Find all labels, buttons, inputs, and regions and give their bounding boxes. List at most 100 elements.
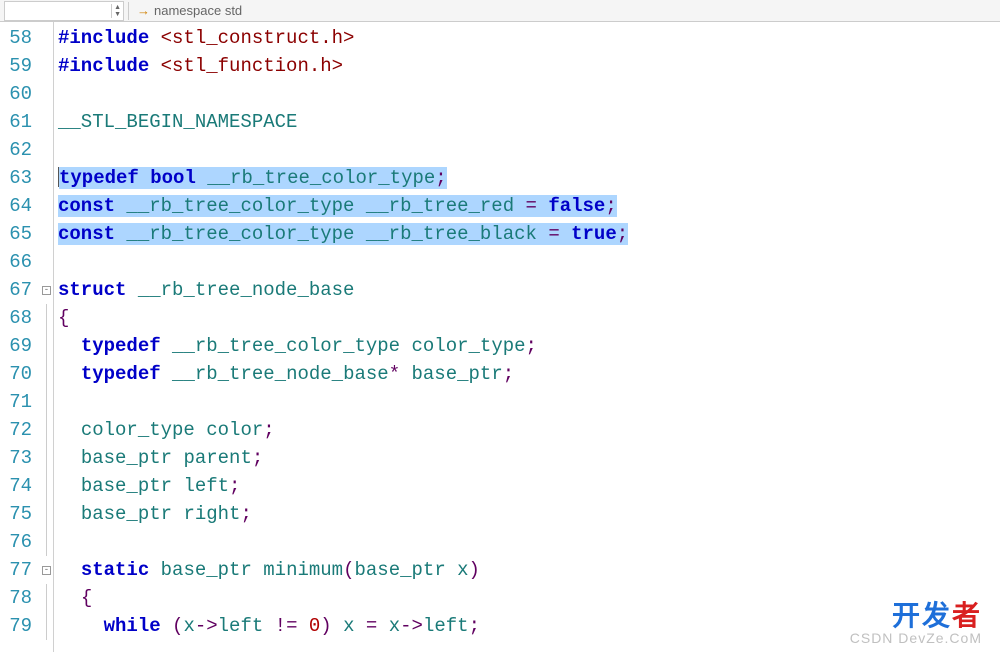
code-token: base_ptr bbox=[161, 559, 252, 581]
code-token bbox=[115, 223, 126, 245]
fold-slot bbox=[40, 584, 53, 612]
code-line[interactable]: #include <stl_function.h> bbox=[58, 52, 1000, 80]
fold-column[interactable]: -- bbox=[40, 22, 54, 652]
code-token: ; bbox=[435, 167, 446, 189]
code-line[interactable]: base_ptr left; bbox=[58, 472, 1000, 500]
line-number: 74 bbox=[0, 472, 32, 500]
code-token: __rb_tree_black bbox=[366, 223, 537, 245]
code-token: = bbox=[526, 195, 537, 217]
code-line[interactable]: base_ptr parent; bbox=[58, 444, 1000, 472]
code-line[interactable]: color_type color; bbox=[58, 416, 1000, 444]
code-token bbox=[172, 475, 183, 497]
code-token: __rb_tree_node_base bbox=[138, 279, 355, 301]
code-token bbox=[446, 559, 457, 581]
code-token bbox=[161, 335, 172, 357]
code-token: ; bbox=[605, 195, 616, 217]
code-token: const bbox=[58, 223, 115, 245]
code-token bbox=[172, 503, 183, 525]
code-token: color_type bbox=[81, 419, 195, 441]
code-token: ; bbox=[240, 503, 251, 525]
code-line[interactable]: { bbox=[58, 304, 1000, 332]
code-token: ; bbox=[263, 419, 274, 441]
code-line[interactable]: struct __rb_tree_node_base bbox=[58, 276, 1000, 304]
code-token bbox=[149, 27, 160, 49]
fold-slot bbox=[40, 304, 53, 332]
code-token: ; bbox=[469, 615, 480, 637]
code-token: struct bbox=[58, 279, 126, 301]
code-line[interactable]: #include <stl_construct.h> bbox=[58, 24, 1000, 52]
fold-toggle[interactable]: - bbox=[40, 556, 53, 584]
fold-toggle[interactable]: - bbox=[40, 276, 53, 304]
code-token: const bbox=[58, 195, 115, 217]
code-token bbox=[149, 55, 160, 77]
code-token: bool bbox=[150, 167, 196, 189]
code-token: parent bbox=[183, 447, 251, 469]
code-line[interactable]: { bbox=[58, 584, 1000, 612]
code-token: color bbox=[206, 419, 263, 441]
code-token: minimum bbox=[263, 559, 343, 581]
line-number: 77 bbox=[0, 556, 32, 584]
fold-slot bbox=[40, 164, 53, 192]
code-token: #include bbox=[58, 55, 149, 77]
code-token: color_type bbox=[412, 335, 526, 357]
code-token bbox=[354, 223, 365, 245]
code-line[interactable]: typedef __rb_tree_color_type color_type; bbox=[58, 332, 1000, 360]
code-token: x bbox=[343, 615, 354, 637]
fold-slot bbox=[40, 528, 53, 556]
code-token bbox=[252, 559, 263, 581]
code-line[interactable] bbox=[58, 80, 1000, 108]
line-number: 79 bbox=[0, 612, 32, 640]
code-token bbox=[172, 447, 183, 469]
code-token: base_ptr bbox=[412, 363, 503, 385]
code-line[interactable]: typedef __rb_tree_node_base* base_ptr; bbox=[58, 360, 1000, 388]
code-line[interactable]: while (x->left != 0) x = x->left; bbox=[58, 612, 1000, 640]
code-token: x bbox=[457, 559, 468, 581]
fold-slot bbox=[40, 52, 53, 80]
code-line[interactable]: static base_ptr minimum(base_ptr x) bbox=[58, 556, 1000, 584]
code-line[interactable] bbox=[58, 248, 1000, 276]
code-token: static bbox=[81, 559, 149, 581]
code-token: -> bbox=[195, 615, 218, 637]
code-token bbox=[139, 167, 150, 189]
code-token: __STL_BEGIN_NAMESPACE bbox=[58, 111, 297, 133]
line-number: 63 bbox=[0, 164, 32, 192]
code-token bbox=[196, 167, 207, 189]
code-token bbox=[354, 195, 365, 217]
code-token bbox=[514, 195, 525, 217]
line-number: 58 bbox=[0, 24, 32, 52]
code-line[interactable] bbox=[58, 388, 1000, 416]
code-token: ; bbox=[229, 475, 240, 497]
code-line[interactable]: base_ptr right; bbox=[58, 500, 1000, 528]
code-token: left bbox=[183, 475, 229, 497]
code-token bbox=[58, 615, 104, 637]
fold-slot bbox=[40, 220, 53, 248]
fold-slot bbox=[40, 500, 53, 528]
dropdown-stepper-icon[interactable]: ▲▼ bbox=[111, 4, 121, 18]
code-token bbox=[58, 363, 81, 385]
code-token bbox=[58, 559, 81, 581]
line-number: 75 bbox=[0, 500, 32, 528]
code-line[interactable] bbox=[58, 136, 1000, 164]
code-line[interactable]: const __rb_tree_color_type __rb_tree_bla… bbox=[58, 220, 1000, 248]
code-line[interactable]: const __rb_tree_color_type __rb_tree_red… bbox=[58, 192, 1000, 220]
fold-slot bbox=[40, 248, 53, 276]
scope-dropdown[interactable]: ▲▼ bbox=[4, 1, 124, 21]
code-token bbox=[263, 615, 274, 637]
namespace-label[interactable]: namespace std bbox=[154, 3, 242, 18]
code-editor[interactable]: 5859606162636465666768697071727374757677… bbox=[0, 22, 1000, 652]
code-line[interactable]: typedef bool __rb_tree_color_type; bbox=[58, 164, 1000, 192]
code-token bbox=[400, 335, 411, 357]
code-line[interactable] bbox=[58, 528, 1000, 556]
code-area[interactable]: #include <stl_construct.h>#include <stl_… bbox=[54, 22, 1000, 652]
line-number: 64 bbox=[0, 192, 32, 220]
code-token: base_ptr bbox=[81, 447, 172, 469]
line-number: 78 bbox=[0, 584, 32, 612]
code-token bbox=[355, 615, 366, 637]
code-token: x bbox=[389, 615, 400, 637]
code-token bbox=[537, 223, 548, 245]
code-token: __rb_tree_color_type bbox=[126, 223, 354, 245]
code-token bbox=[58, 503, 81, 525]
fold-slot bbox=[40, 612, 53, 640]
line-number-gutter: 5859606162636465666768697071727374757677… bbox=[0, 22, 40, 652]
code-line[interactable]: __STL_BEGIN_NAMESPACE bbox=[58, 108, 1000, 136]
